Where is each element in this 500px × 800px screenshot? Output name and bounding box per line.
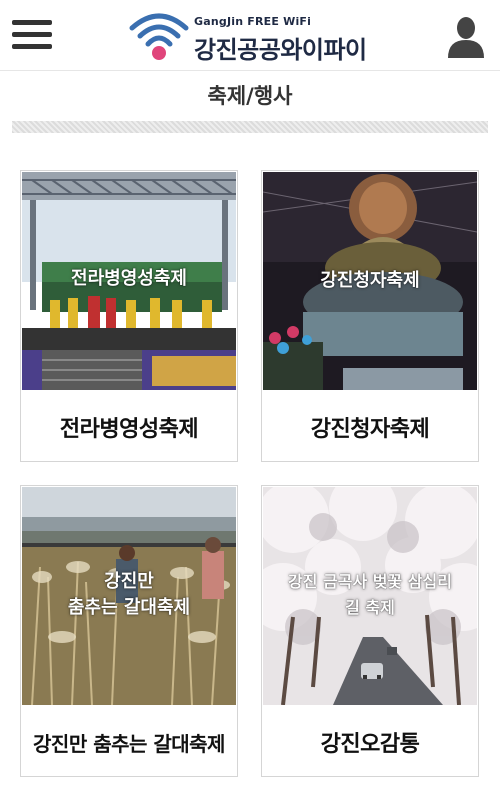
card-overlay-text: 전라병영성축제: [71, 268, 187, 289]
overlay-line: 강진만: [104, 571, 154, 592]
menu-icon-bar: [12, 20, 52, 25]
festival-card-ogamtong[interactable]: 강진 금곡사 벚꽃 삼십리 길 축제 강진오감통: [261, 485, 479, 777]
menu-icon-bar: [12, 32, 52, 37]
card-title: 강진만 춤추는 갈대축제: [33, 731, 225, 756]
overlay-line: 강진 금곡사 벚꽃 삼십리: [288, 572, 452, 591]
overlay-line: 춤추는 갈대축제: [67, 597, 191, 618]
card-image: 전라병영성축제: [22, 172, 236, 390]
hamburger-menu-button[interactable]: [12, 20, 52, 54]
festival-card-reed[interactable]: 강진만 춤추는 갈대축제 강진만 춤추는 갈대축제: [20, 485, 238, 777]
logo-title: 강진공공와이파이: [194, 36, 367, 64]
wifi-logo-icon: [129, 13, 189, 60]
menu-icon-bar: [12, 44, 52, 49]
card-title: 강진오감통: [320, 732, 420, 757]
user-icon[interactable]: [446, 16, 486, 58]
card-title: 강진청자축제: [310, 417, 430, 442]
card-overlay-text: 강진만 춤추는 갈대축제: [22, 569, 236, 621]
site-logo[interactable]: GangJin FREE WiFi 강진공공와이파이: [128, 10, 378, 64]
overlay-line: 길 축제: [345, 598, 395, 617]
festival-card-celadon[interactable]: 강진청자축제 강진청자축제: [261, 170, 479, 462]
card-title: 전라병영성축제: [59, 417, 199, 442]
card-image: 강진만 춤추는 갈대축제: [22, 487, 236, 705]
section-divider: [12, 121, 488, 133]
logo-subtitle: GangJin FREE WiFi: [194, 15, 312, 28]
card-image: 강진청자축제: [263, 172, 477, 390]
app-header: GangJin FREE WiFi 강진공공와이파이: [0, 0, 500, 71]
card-overlay-text: 강진청자축제: [320, 270, 420, 291]
section-title: 축제/행사: [207, 84, 293, 108]
card-overlay-text: 강진 금곡사 벚꽃 삼십리 길 축제: [263, 569, 477, 621]
card-image: 강진 금곡사 벚꽃 삼십리 길 축제: [263, 487, 477, 705]
festival-card-byeongyeong[interactable]: 전라병영성축제 전라병영성축제: [20, 170, 238, 462]
